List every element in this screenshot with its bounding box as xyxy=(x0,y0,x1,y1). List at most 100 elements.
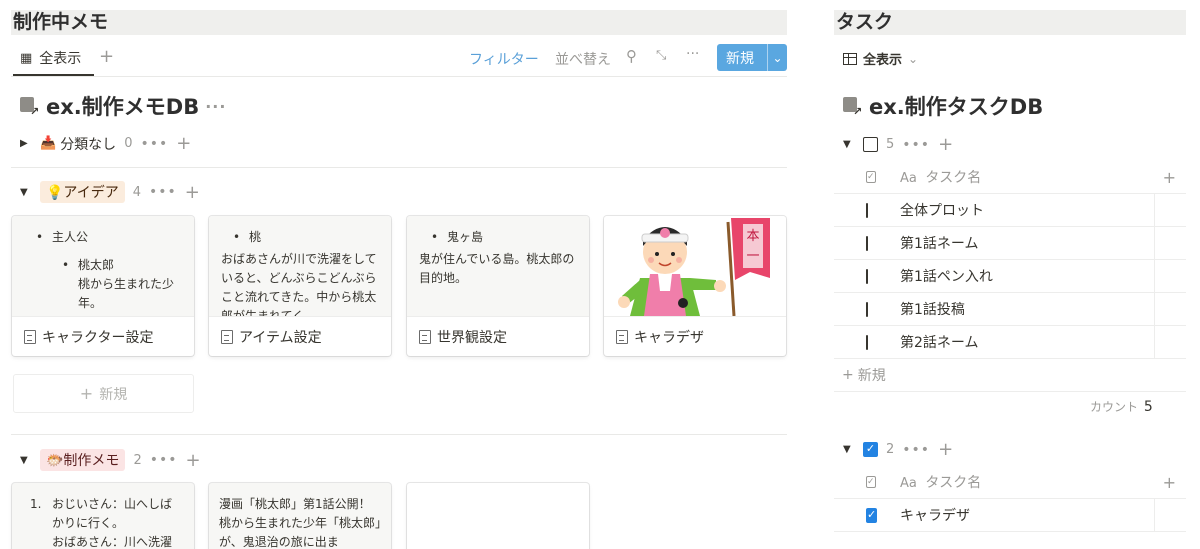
collapsed-triangle-icon[interactable]: ▶ xyxy=(20,138,32,149)
inbox-icon: 📥 xyxy=(40,136,57,151)
expanded-triangle-icon[interactable]: ▼ xyxy=(843,444,855,455)
card-title[interactable]: キャラクター設定 xyxy=(12,316,194,356)
table-row[interactable]: 第1話ネーム xyxy=(834,227,1186,260)
db-title: ↗ ex.制作メモDB ··· xyxy=(20,91,226,121)
group-memo-tag: 🐡制作メモ xyxy=(40,449,126,471)
table-row[interactable]: 全体プロット xyxy=(834,194,1186,227)
card-preview: 鬼ヶ島 鬼が住んでいる島。桃太郎の目的地。 xyxy=(407,216,589,316)
task-header-title: タスク xyxy=(836,11,894,33)
table-header: ✓ Aa タスク名 + xyxy=(834,466,1186,499)
svg-text:本: 本 xyxy=(746,229,759,244)
checked-box-icon: ✓ xyxy=(863,442,878,457)
group-checked[interactable]: ▼ ✓ 2 ••• + xyxy=(843,439,953,460)
task-name[interactable]: 第1話ネーム xyxy=(866,233,979,253)
table-row[interactable]: 第1話投稿 xyxy=(834,293,1186,326)
expanded-triangle-icon[interactable]: ▼ xyxy=(20,187,32,198)
tab-label: 全表示 xyxy=(863,53,903,68)
card-preview: 桃 おばあさんが川で洗濯をしていると、どんぶらこどんぶらこと流れてきた。中から桃… xyxy=(209,216,391,316)
task-name[interactable]: 第1話投稿 xyxy=(866,299,965,319)
more-options-icon[interactable]: ··· xyxy=(686,46,699,62)
filter-button[interactable]: フィルター xyxy=(469,49,539,69)
task-name[interactable]: 第2話ネーム xyxy=(866,332,979,352)
plus-icon: + xyxy=(79,384,94,403)
group-idea-count: 4 xyxy=(132,184,142,200)
card-chara-design[interactable]: 本 一 キャラデザ xyxy=(604,216,786,356)
card-item[interactable]: 桃 おばあさんが川で洗濯をしていると、どんぶらこどんぶらこと流れてきた。中から桃… xyxy=(209,216,391,356)
db-title-text: ex.制作メモDB xyxy=(46,95,200,119)
column-name[interactable]: タスク名 xyxy=(925,475,981,491)
add-row-button[interactable]: + 新規 xyxy=(834,359,1186,392)
new-button-label: 新規 xyxy=(726,50,754,67)
table-row[interactable]: 第2話ネーム xyxy=(834,326,1186,359)
memo-card-1[interactable]: 1. おじいさん：山へしば かりに行く。 おばあさん：川へ洗濯 xyxy=(12,483,194,549)
tab-all-view[interactable]: ▦ 全表示 xyxy=(20,48,81,68)
task-name[interactable]: 全体プロット xyxy=(866,200,984,220)
toolbar-divider xyxy=(11,76,787,77)
card-character[interactable]: 主人公 桃太郎 桃から生まれた少 年。 キャラクター設定 xyxy=(12,216,194,356)
add-column-icon[interactable]: + xyxy=(1163,168,1176,187)
group-more-icon[interactable]: ••• xyxy=(140,136,168,152)
task-db-title: ↗ ex.制作タスクDB xyxy=(843,91,1043,121)
column-name[interactable]: タスク名 xyxy=(925,170,981,186)
chevron-down-icon[interactable]: ⌄ xyxy=(768,51,787,65)
tab-label: 全表示 xyxy=(39,51,82,67)
momotaro-illustration: 本 一 xyxy=(618,218,770,316)
table-row[interactable]: 第1話ペン入れ xyxy=(834,260,1186,293)
board-icon: ▦ xyxy=(20,50,33,66)
search-icon[interactable]: ⚲ xyxy=(626,47,637,65)
expanded-triangle-icon[interactable]: ▼ xyxy=(20,455,32,466)
group-more-icon[interactable]: ••• xyxy=(150,452,178,468)
count-footer: カウント 5 xyxy=(1090,399,1153,415)
more-icon[interactable]: ··· xyxy=(205,97,226,116)
group-idea[interactable]: ▼ 💡アイデア 4 ••• + xyxy=(20,181,200,203)
expanded-triangle-icon[interactable]: ▼ xyxy=(843,139,855,150)
group-add-icon[interactable]: + xyxy=(938,134,953,155)
group-checked-count: 2 xyxy=(886,442,895,457)
group-add-icon[interactable]: + xyxy=(176,133,191,154)
memo-header: 制作中メモ xyxy=(11,10,787,35)
card-world[interactable]: 鬼ヶ島 鬼が住んでいる島。桃太郎の目的地。 世界観設定 xyxy=(407,216,589,356)
group-none[interactable]: ▶ 📥 分類なし 0 ••• + xyxy=(20,133,191,154)
unchecked-box-icon xyxy=(863,137,878,152)
linked-db-icon: ↗ xyxy=(843,97,863,118)
svg-text:一: 一 xyxy=(746,249,759,264)
new-button[interactable]: 新規 ⌄ xyxy=(717,44,787,71)
card-preview: 主人公 桃太郎 桃から生まれた少 年。 xyxy=(12,216,194,316)
group-add-icon[interactable]: + xyxy=(185,182,200,203)
page-icon xyxy=(24,329,36,344)
group-more-icon[interactable]: ••• xyxy=(902,442,930,458)
card-title[interactable]: キャラデザ xyxy=(604,316,786,356)
memo-card-3[interactable] xyxy=(407,483,589,549)
group-add-icon[interactable]: + xyxy=(186,450,201,471)
task-db-title-text: ex.制作タスクDB xyxy=(869,95,1044,119)
chevron-down-icon: ⌄ xyxy=(908,51,919,66)
page-icon xyxy=(419,329,431,344)
card-title[interactable]: 世界観設定 xyxy=(407,316,589,356)
sort-button[interactable]: 並べ替え xyxy=(555,49,611,69)
tab-table-view[interactable]: 全表示 ⌄ xyxy=(843,49,918,68)
add-view-button[interactable]: + xyxy=(99,46,114,67)
table-header: ✓ Aa タスク名 + xyxy=(834,161,1186,194)
linked-db-icon: ↗ xyxy=(20,97,40,118)
group-more-icon[interactable]: ••• xyxy=(149,184,177,200)
page-icon xyxy=(616,329,628,344)
task-name[interactable]: キャラデザ xyxy=(866,505,970,525)
add-card-button[interactable]: + 新規 xyxy=(13,374,194,413)
group-unchecked[interactable]: ▼ 5 ••• + xyxy=(843,134,953,155)
expand-icon[interactable]: ⤡ xyxy=(656,48,666,63)
group-memo[interactable]: ▼ 🐡制作メモ 2 ••• + xyxy=(20,449,201,471)
group-memo-count: 2 xyxy=(133,452,142,468)
add-column-icon[interactable]: + xyxy=(1163,473,1176,492)
plus-icon: + xyxy=(842,367,854,383)
group-none-label: 分類なし xyxy=(60,136,117,153)
group-more-icon[interactable]: ••• xyxy=(902,137,930,153)
card-cover-image: 本 一 xyxy=(604,216,786,316)
card-title[interactable]: アイテム設定 xyxy=(209,316,391,356)
memo-card-2[interactable]: 漫画「桃太郎」第1話公開！桃から生まれた少年「桃太郎」が、鬼退治の旅に出ま xyxy=(209,483,391,549)
table-row[interactable]: ✓ キャラデザ xyxy=(834,499,1186,532)
task-header: タスク xyxy=(834,10,1186,35)
group-add-icon[interactable]: + xyxy=(938,439,953,460)
task-name[interactable]: 第1話ペン入れ xyxy=(866,266,993,286)
group-unchecked-count: 5 xyxy=(886,137,895,152)
group-idea-tag: 💡アイデア xyxy=(40,181,125,203)
